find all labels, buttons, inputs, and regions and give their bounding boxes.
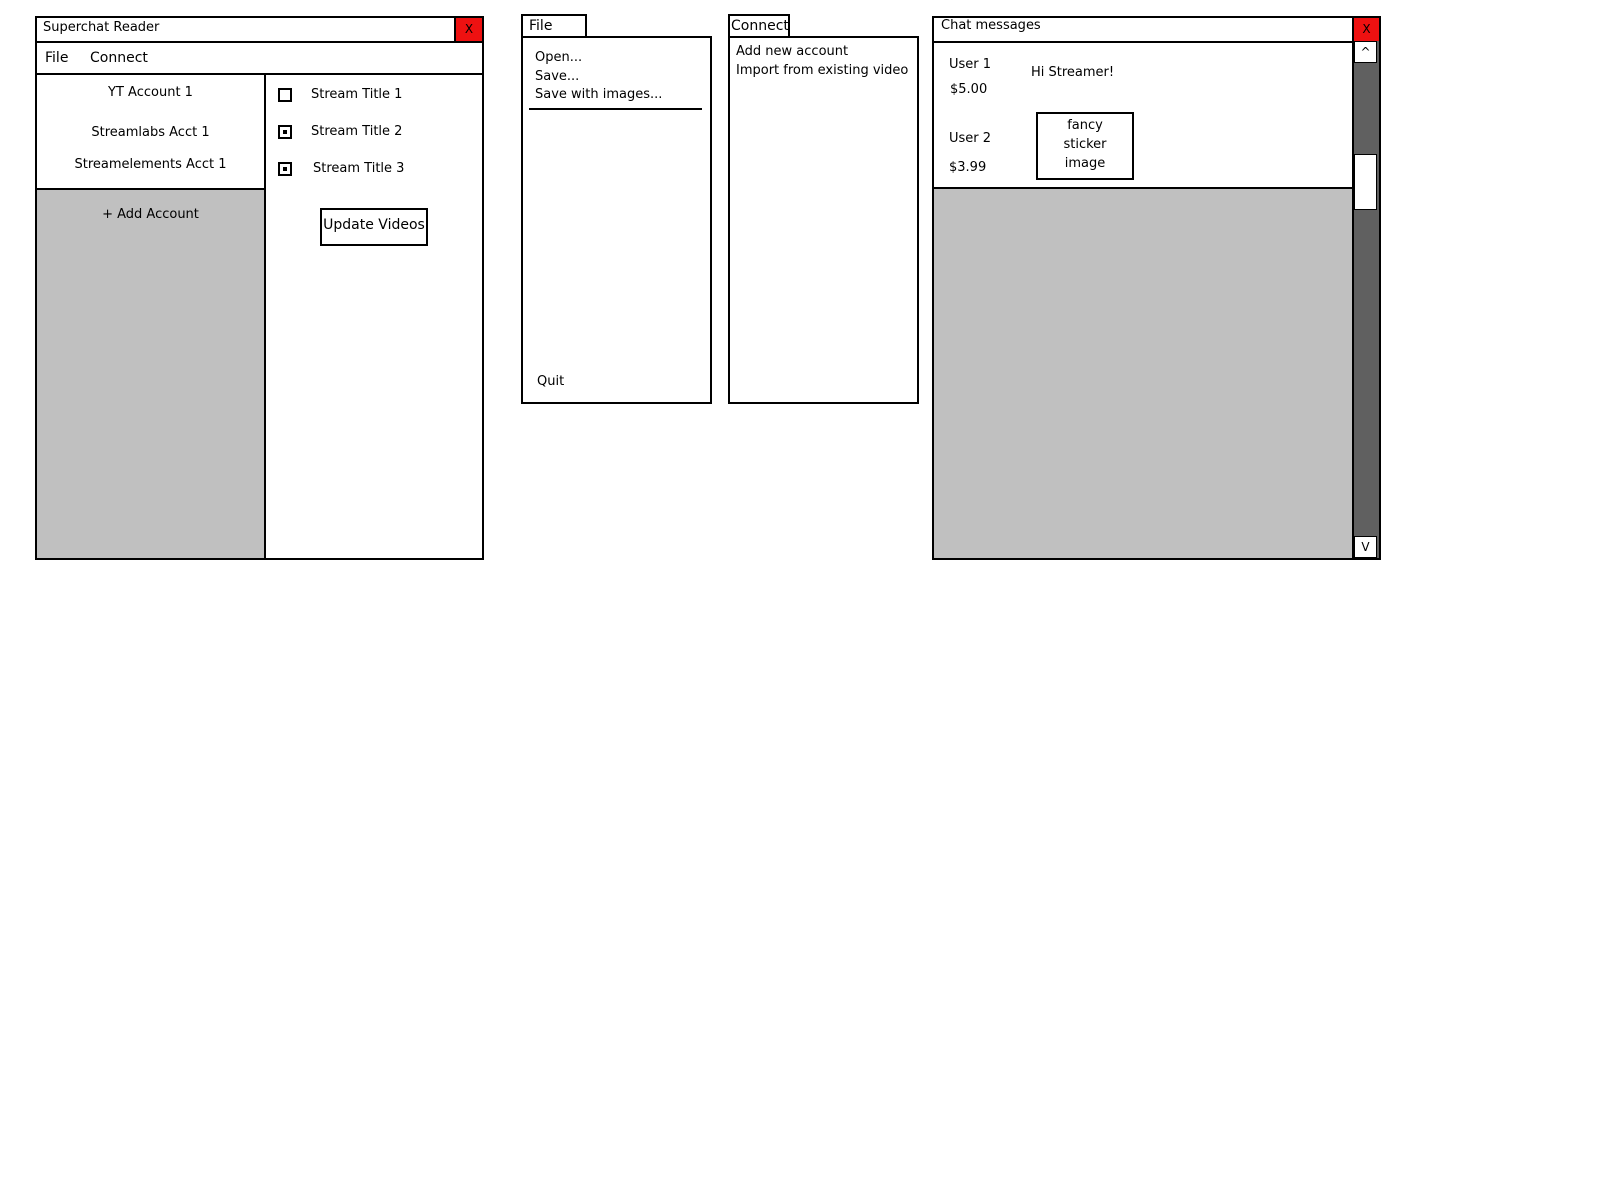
stream-checkbox[interactable] (278, 88, 292, 102)
menu-quit[interactable]: Quit (537, 374, 564, 389)
chat-scrollbar[interactable]: ^ V (1352, 41, 1379, 558)
menu-save[interactable]: Save... (535, 69, 579, 84)
close-button[interactable]: X (454, 18, 482, 41)
stream-checkbox[interactable] (278, 162, 292, 176)
stream-checkbox[interactable] (278, 125, 292, 139)
account-item[interactable]: Streamlabs Acct 1 (37, 113, 264, 152)
scroll-up-button[interactable]: ^ (1354, 41, 1377, 63)
chat-messages-window: Chat messages X User 1 $5.00 Hi Streamer… (932, 16, 1381, 560)
superchat-reader-window: Superchat Reader X File Connect YT Accou… (35, 16, 484, 560)
stream-list: Stream Title 1 Stream Title 2 Stream Tit… (266, 75, 482, 558)
sticker-text: fancy (1067, 118, 1103, 133)
chat-text: Hi Streamer! (1031, 65, 1115, 80)
add-account-button[interactable]: + Add Account (37, 207, 264, 222)
sticker-image: fancy sticker image (1036, 112, 1134, 180)
menu-import-from-video[interactable]: Import from existing video (736, 63, 908, 78)
stream-title: Stream Title 3 (313, 161, 405, 176)
chat-user: User 1 (949, 57, 992, 72)
menu-separator (529, 108, 702, 110)
menu-open[interactable]: Open... (535, 50, 582, 65)
connect-menu-dropdown: Add new account Import from existing vid… (728, 36, 919, 404)
chat-amount: $3.99 (949, 160, 987, 175)
menu-save-with-images[interactable]: Save with images... (535, 87, 662, 102)
chat-amount: $5.00 (950, 82, 988, 97)
account-item[interactable]: Streamelements Acct 1 (37, 150, 264, 190)
chat-message: User 1 $5.00 Hi Streamer! (934, 43, 1354, 109)
chat-close-button[interactable]: X (1352, 18, 1379, 41)
account-list: YT Account 1 Streamlabs Acct 1 Streamele… (37, 75, 266, 558)
menu-add-new-account[interactable]: Add new account (736, 44, 848, 59)
scroll-thumb[interactable] (1354, 154, 1377, 210)
chat-titlebar: Chat messages X (934, 18, 1379, 43)
menu-file[interactable]: File (45, 50, 68, 66)
sticker-text: image (1064, 156, 1106, 171)
menu-bar: File Connect (37, 43, 482, 75)
chat-window-title: Chat messages (941, 18, 1041, 33)
window-title: Superchat Reader (43, 20, 160, 35)
file-menu-dropdown: Open... Save... Save with images... Quit (521, 36, 712, 404)
sticker-text: sticker (1063, 137, 1107, 152)
account-item[interactable]: YT Account 1 (37, 75, 264, 115)
update-videos-button[interactable]: Update Videos (320, 208, 428, 246)
stream-title: Stream Title 2 (311, 124, 403, 139)
menu-connect[interactable]: Connect (90, 50, 148, 66)
stream-title: Stream Title 1 (311, 87, 403, 102)
scroll-down-button[interactable]: V (1354, 536, 1377, 558)
chat-user: User 2 (949, 131, 992, 146)
chat-message: User 2 $3.99 fancy sticker image (934, 107, 1354, 189)
main-titlebar: Superchat Reader X (37, 18, 482, 43)
